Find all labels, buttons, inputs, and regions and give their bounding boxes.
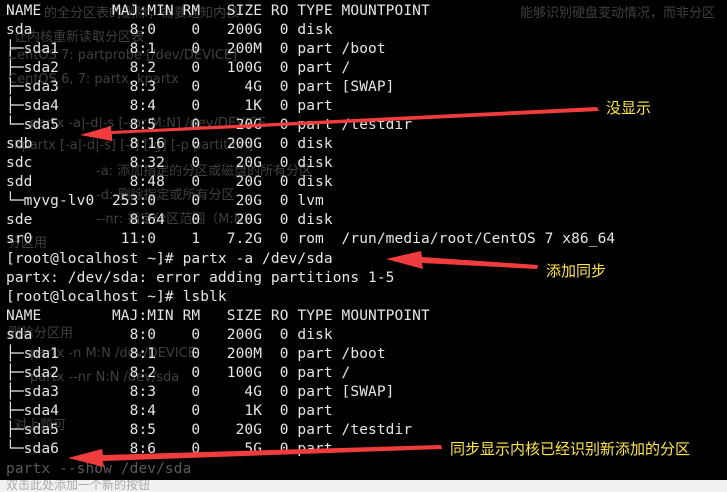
arrow-not-shown: [80, 107, 599, 141]
annotation-not-shown: 没显示: [606, 99, 652, 117]
terminal-window[interactable]: 的全分区表的删除，需要通知内核 让内核重新读取分区表 CentOS 7: par…: [0, 0, 727, 480]
arrow-sync-kernel: [68, 445, 442, 467]
arrow-add-sync: [386, 251, 538, 269]
annotation-arrows: [68, 107, 599, 467]
add-button-hint[interactable]: 双击此处添加一个新的按钮: [6, 480, 150, 492]
add-button-bar[interactable]: 双击此处添加一个新的按钮: [0, 480, 727, 492]
annotation-add-sync: 添加同步: [546, 262, 607, 280]
annotation-sync-kernel: 同步显示内核已经识别新添加的分区: [450, 440, 691, 458]
